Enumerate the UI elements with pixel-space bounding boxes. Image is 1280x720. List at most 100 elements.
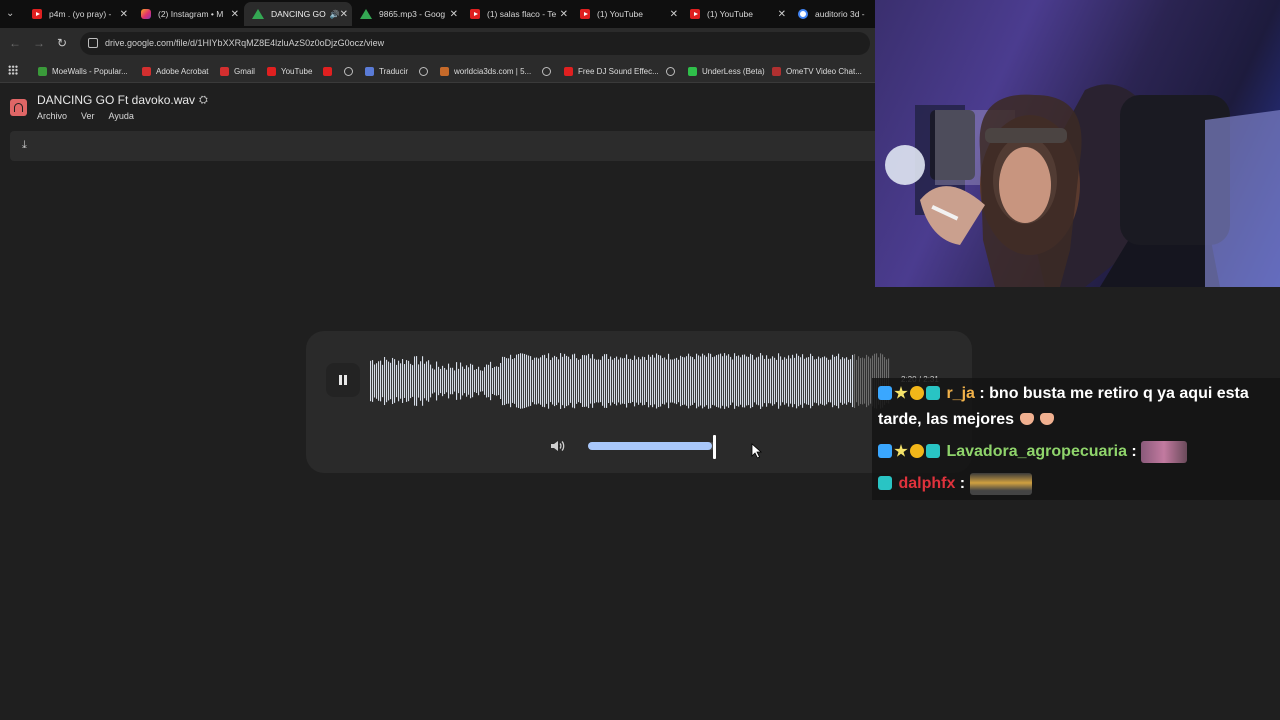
emote-icon xyxy=(1141,440,1188,463)
waveform-bar xyxy=(722,356,724,406)
download-icon[interactable]: ⤓ xyxy=(22,139,27,152)
waveform-bar xyxy=(586,355,588,407)
waveform-bar xyxy=(662,358,664,404)
close-icon[interactable]: ✕ xyxy=(340,9,348,20)
tab-3[interactable]: DANCING GO 🔊 ✕ xyxy=(244,2,352,26)
waveform-seek-bar[interactable] xyxy=(370,353,890,409)
close-icon[interactable]: ✕ xyxy=(670,9,678,20)
instagram-icon xyxy=(141,9,151,19)
waveform-bar xyxy=(694,359,696,403)
tab-6[interactable]: (1) YouTube ✕ xyxy=(572,2,682,26)
volume-handle[interactable] xyxy=(713,435,716,459)
waveform-bar xyxy=(444,367,446,395)
drive-header: DANCING GO Ft davoko.wav ⛭ Archivo Ver A… xyxy=(0,84,875,130)
waveform-bar xyxy=(522,353,524,409)
waveform-bar xyxy=(698,355,700,407)
waveform-bar xyxy=(772,356,774,406)
waveform-bar xyxy=(714,356,716,406)
bookmark-youtube[interactable]: YouTube xyxy=(267,65,312,77)
tab-1[interactable]: p4m . (yo pray) - ✕ xyxy=(24,2,132,26)
tab-2[interactable]: (2) Instagram • M ✕ xyxy=(133,2,243,26)
globe-icon xyxy=(344,66,353,76)
waveform-bar xyxy=(670,359,672,403)
waveform-bar xyxy=(748,356,750,406)
menu-ayuda[interactable]: Ayuda xyxy=(109,111,134,121)
close-icon[interactable]: ✕ xyxy=(120,9,128,20)
forward-arrow-icon[interactable]: → xyxy=(33,36,45,50)
waveform-bar xyxy=(410,363,412,399)
volume-slider[interactable] xyxy=(588,442,715,450)
waveform-bar xyxy=(594,358,596,404)
waveform-bar xyxy=(426,361,428,401)
bookmark-free-dj[interactable]: Free DJ Sound Effec... xyxy=(564,65,659,77)
volume-icon[interactable] xyxy=(550,439,566,453)
bookmark-globe-1[interactable] xyxy=(344,65,358,77)
waveform-bar xyxy=(708,353,710,409)
close-icon[interactable]: ✕ xyxy=(231,9,239,20)
chat-message: r_ja : bno busta me retiro q ya aqui est… xyxy=(872,378,1280,436)
waveform-bar xyxy=(446,369,448,393)
waveform-bar xyxy=(728,354,730,408)
pause-button[interactable] xyxy=(326,363,360,397)
waveform-bar xyxy=(626,354,628,408)
menu-ver[interactable]: Ver xyxy=(81,111,95,121)
bookmark-globe-3[interactable] xyxy=(542,65,556,77)
url-text[interactable]: drive.google.com/file/d/1HIYbXXRqMZ8E4lz… xyxy=(105,38,384,48)
tab-title: (2) Instagram • M xyxy=(158,9,224,19)
reload-icon[interactable]: ↻ xyxy=(57,36,67,50)
site-info-icon[interactable] xyxy=(88,38,98,48)
waveform-bar xyxy=(832,354,834,408)
bookmark-traducir[interactable]: Traducir xyxy=(365,65,408,77)
translate-icon xyxy=(365,66,374,76)
close-icon[interactable]: ✕ xyxy=(778,9,786,20)
waveform-bar xyxy=(736,356,738,406)
waveform-bar xyxy=(700,356,702,406)
tab-8[interactable]: auditorio 3d - Bu xyxy=(790,2,875,26)
close-icon[interactable]: ✕ xyxy=(560,9,568,20)
waveform-bar xyxy=(540,357,542,405)
tab-4[interactable]: 9865.mp3 - Goog ✕ xyxy=(352,2,462,26)
bookmark-underless[interactable]: UnderLess (Beta) xyxy=(688,65,765,77)
waveform-bar xyxy=(612,359,614,403)
waveform-bar xyxy=(442,365,444,397)
bookmark-ometv[interactable]: OmeTV Video Chat... xyxy=(772,65,862,77)
waveform-bar xyxy=(482,370,484,392)
emote-icon xyxy=(969,472,1032,495)
apps-grid-icon[interactable] xyxy=(8,65,18,75)
waveform-bar xyxy=(720,353,722,409)
bookmark-label: Adobe Acrobat xyxy=(156,66,209,76)
shared-icon[interactable]: ⛭ xyxy=(199,94,208,107)
back-arrow-icon[interactable]: ← xyxy=(9,36,21,50)
waveform-bar xyxy=(492,368,494,394)
drive-icon xyxy=(360,9,372,19)
bookmark-gmail[interactable]: Gmail xyxy=(220,65,255,77)
waveform-bar xyxy=(852,354,854,408)
waveform-bar xyxy=(614,358,616,404)
menu-archivo[interactable]: Archivo xyxy=(37,111,67,121)
globe-icon xyxy=(542,66,551,76)
badge-icon xyxy=(878,444,892,458)
waveform-bar xyxy=(802,354,804,408)
waveform-bar xyxy=(774,357,776,405)
waveform-bar xyxy=(674,358,676,404)
address-bar[interactable]: drive.google.com/file/d/1HIYbXXRqMZ8E4lz… xyxy=(80,32,870,55)
waveform-bar xyxy=(402,359,404,403)
close-icon[interactable]: ✕ xyxy=(450,9,458,20)
youtube-icon xyxy=(32,9,42,19)
tab-5[interactable]: (1) salas flaco - Te ✕ xyxy=(462,2,572,26)
waveform-bar xyxy=(412,365,414,397)
bookmark-worldcia3ds[interactable]: worldcia3ds.com | 5... xyxy=(440,65,531,77)
waveform-bar xyxy=(706,356,708,406)
tab-7[interactable]: (1) YouTube ✕ xyxy=(682,2,790,26)
bookmark-youtube-2[interactable] xyxy=(323,65,337,77)
bookmark-adobe-acrobat[interactable]: Adobe Acrobat xyxy=(142,65,208,77)
bookmark-moewalls[interactable]: MoeWalls - Popular... xyxy=(38,65,128,77)
waveform-bar xyxy=(386,359,388,403)
bookmark-label: OmeTV Video Chat... xyxy=(786,66,862,76)
bookmark-globe-2[interactable] xyxy=(419,65,433,77)
speaker-icon[interactable]: 🔊 xyxy=(330,10,340,19)
waveform-bar xyxy=(530,356,532,406)
bookmark-globe-4[interactable] xyxy=(666,65,680,77)
waveform-bar xyxy=(656,353,658,409)
tab-search-icon[interactable]: ⌄ xyxy=(6,8,20,20)
